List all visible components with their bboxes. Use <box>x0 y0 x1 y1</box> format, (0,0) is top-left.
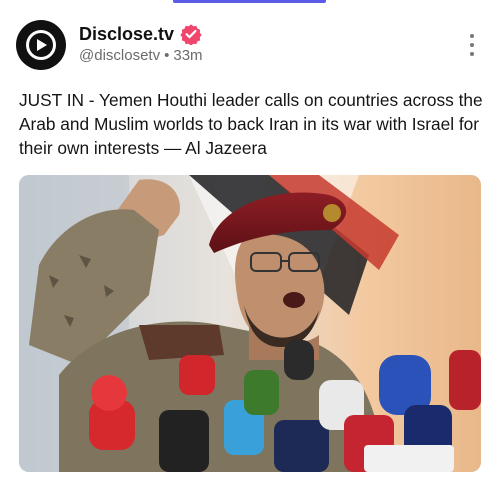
author-row: Disclose.tv <box>79 23 202 45</box>
author-handle[interactable]: @disclosetv <box>79 47 160 64</box>
meta-separator: • <box>164 47 170 64</box>
verified-badge-icon <box>180 24 202 45</box>
more-vertical-icon[interactable] <box>468 34 476 56</box>
play-logo-icon <box>26 30 56 60</box>
post-image[interactable] <box>19 175 481 472</box>
handle-row: @disclosetv • 33m <box>79 47 203 64</box>
post-text: JUST IN - Yemen Houthi leader calls on c… <box>19 90 483 158</box>
post-time[interactable]: 33m <box>173 47 202 64</box>
author-name[interactable]: Disclose.tv <box>79 24 174 45</box>
active-tab-indicator <box>173 0 326 3</box>
post-header: Disclose.tv @disclosetv • 33m <box>16 20 484 70</box>
avatar[interactable] <box>16 20 66 70</box>
